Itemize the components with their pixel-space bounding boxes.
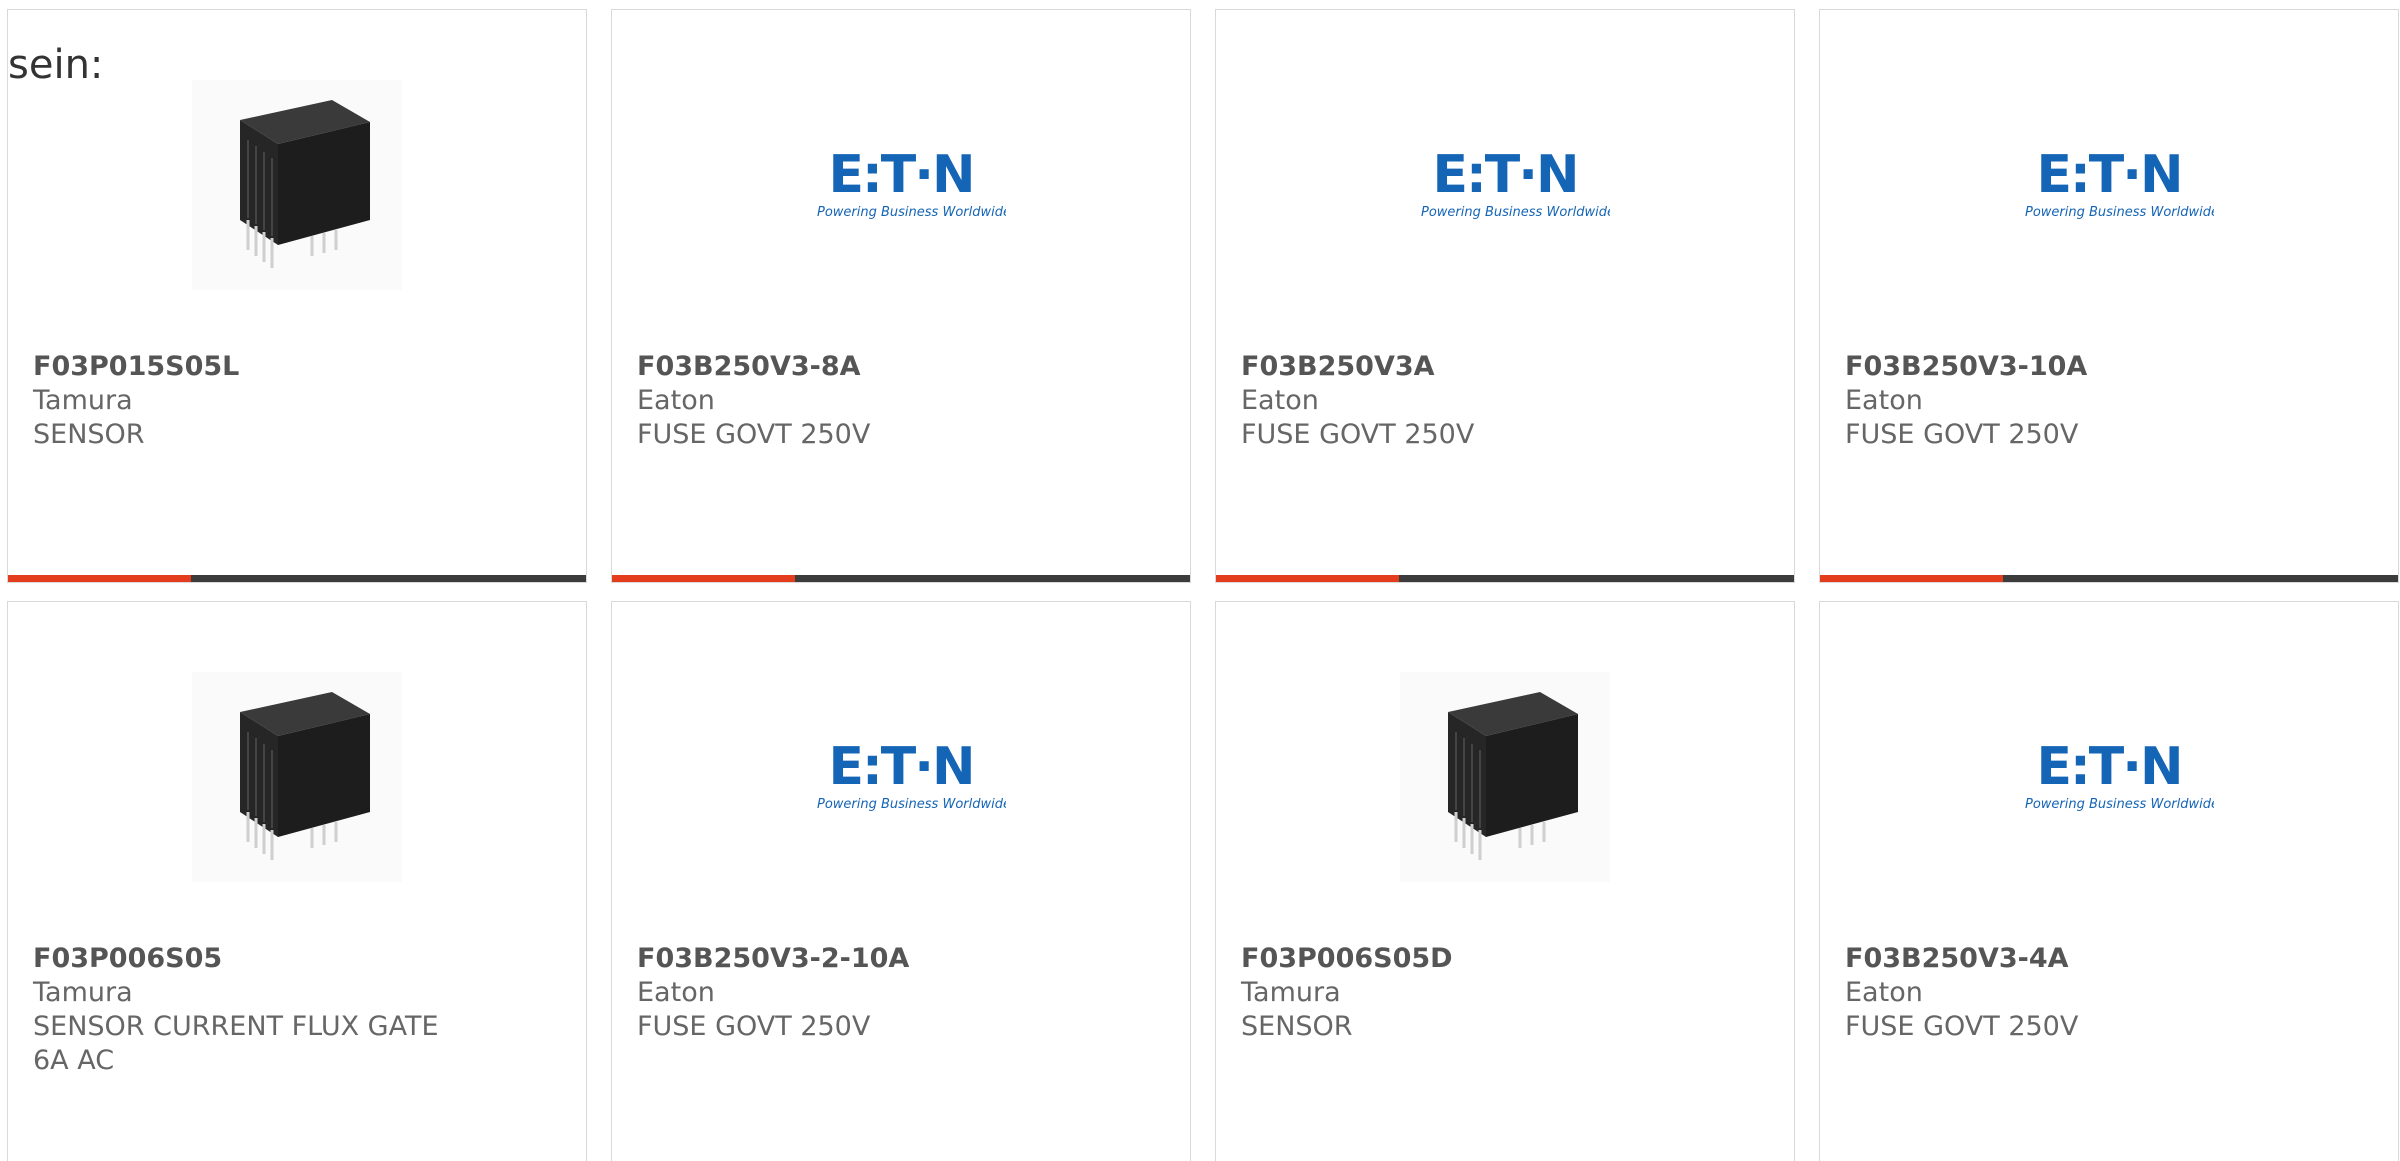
eaton-tagline: Powering Business Worldwide — [1421, 205, 1610, 220]
description: FUSE GOVT 250V — [637, 1011, 871, 1042]
svg-text:E:T·N: E:T·N — [1432, 145, 1577, 205]
product-info: F03P015S05L Tamura SENSOR — [33, 350, 503, 452]
accent-bar — [1820, 575, 2003, 582]
sensor-component-image — [1400, 672, 1610, 882]
manufacturer: Tamura — [1241, 977, 1341, 1008]
description: FUSE GOVT 250V — [637, 419, 871, 450]
eaton-logo: E:T·N Powering Business Worldwide — [1421, 145, 1610, 220]
svg-text:E:T·N: E:T·N — [828, 145, 973, 205]
product-info: F03B250V3-10A Eaton FUSE GOVT 250V — [1845, 350, 2315, 452]
description: FUSE GOVT 250V — [1845, 1011, 2079, 1042]
eaton-logo: E:T·N Powering Business Worldwide — [2025, 145, 2214, 220]
svg-text:E:T·N: E:T·N — [828, 737, 973, 797]
part-number[interactable]: F03P006S05 — [33, 942, 503, 976]
eaton-tagline: Powering Business Worldwide — [817, 205, 1006, 220]
card-footer-bar — [8, 575, 586, 582]
manufacturer: Tamura — [33, 385, 133, 416]
product-info: F03B250V3-2-10A Eaton FUSE GOVT 250V — [637, 942, 1107, 1044]
part-number[interactable]: F03B250V3-10A — [1845, 350, 2315, 384]
card-footer-bar — [612, 575, 1190, 582]
product-image[interactable]: E:T·N Powering Business Worldwide — [612, 70, 1190, 300]
accent-bar — [8, 575, 191, 582]
product-card[interactable]: F03P006S05 Tamura SENSOR CURRENT FLUX GA… — [7, 601, 587, 1161]
product-grid: F03P015S05L Tamura SENSOR E:T·N Powering… — [7, 9, 2399, 1161]
description: FUSE GOVT 250V — [1845, 419, 2079, 450]
svg-text:E:T·N: E:T·N — [2036, 145, 2181, 205]
description: SENSOR — [1241, 1011, 1353, 1042]
product-card[interactable]: E:T·N Powering Business Worldwide F03B25… — [611, 601, 1191, 1161]
product-image[interactable] — [1216, 662, 1794, 892]
product-card[interactable]: F03P015S05L Tamura SENSOR — [7, 9, 587, 583]
product-image[interactable] — [8, 70, 586, 300]
product-card[interactable]: E:T·N Powering Business Worldwide F03B25… — [1215, 9, 1795, 583]
product-card[interactable]: E:T·N Powering Business Worldwide F03B25… — [611, 9, 1191, 583]
manufacturer: Eaton — [637, 977, 715, 1008]
product-card[interactable]: F03P006S05D Tamura SENSOR — [1215, 601, 1795, 1161]
manufacturer: Eaton — [1845, 385, 1923, 416]
product-card[interactable]: E:T·N Powering Business Worldwide F03B25… — [1819, 601, 2399, 1161]
part-number[interactable]: F03B250V3-8A — [637, 350, 1107, 384]
description: SENSOR CURRENT FLUX GATE 6A AC — [33, 1011, 439, 1076]
product-image[interactable] — [8, 662, 586, 892]
manufacturer: Eaton — [1241, 385, 1319, 416]
accent-bar — [612, 575, 795, 582]
accent-bar — [1216, 575, 1399, 582]
eaton-tagline: Powering Business Worldwide — [2025, 797, 2214, 812]
description: FUSE GOVT 250V — [1241, 419, 1475, 450]
eaton-logo: E:T·N Powering Business Worldwide — [2025, 737, 2214, 812]
part-number[interactable]: F03B250V3-4A — [1845, 942, 2315, 976]
card-footer-bar — [1820, 575, 2398, 582]
eaton-tagline: Powering Business Worldwide — [817, 797, 1006, 812]
part-number[interactable]: F03B250V3A — [1241, 350, 1711, 384]
product-info: F03B250V3-8A Eaton FUSE GOVT 250V — [637, 350, 1107, 452]
product-info: F03P006S05 Tamura SENSOR CURRENT FLUX GA… — [33, 942, 503, 1078]
eaton-logo: E:T·N Powering Business Worldwide — [817, 737, 1006, 812]
product-info: F03B250V3A Eaton FUSE GOVT 250V — [1241, 350, 1711, 452]
product-info: F03B250V3-4A Eaton FUSE GOVT 250V — [1845, 942, 2315, 1044]
part-number[interactable]: F03P015S05L — [33, 350, 503, 384]
eaton-logo: E:T·N Powering Business Worldwide — [817, 145, 1006, 220]
eaton-tagline: Powering Business Worldwide — [2025, 205, 2214, 220]
svg-text:E:T·N: E:T·N — [2036, 737, 2181, 797]
manufacturer: Tamura — [33, 977, 133, 1008]
description: SENSOR — [33, 419, 145, 450]
product-image[interactable]: E:T·N Powering Business Worldwide — [1216, 70, 1794, 300]
sensor-component-image — [192, 672, 402, 882]
product-image[interactable]: E:T·N Powering Business Worldwide — [1820, 70, 2398, 300]
product-image[interactable]: E:T·N Powering Business Worldwide — [1820, 662, 2398, 892]
product-image[interactable]: E:T·N Powering Business Worldwide — [612, 662, 1190, 892]
intro-text: sein: — [8, 42, 104, 88]
part-number[interactable]: F03P006S05D — [1241, 942, 1711, 976]
product-card[interactable]: E:T·N Powering Business Worldwide F03B25… — [1819, 9, 2399, 583]
manufacturer: Eaton — [637, 385, 715, 416]
manufacturer: Eaton — [1845, 977, 1923, 1008]
product-info: F03P006S05D Tamura SENSOR — [1241, 942, 1711, 1044]
card-footer-bar — [1216, 575, 1794, 582]
part-number[interactable]: F03B250V3-2-10A — [637, 942, 1107, 976]
sensor-component-image — [192, 80, 402, 290]
product-listing-page: sein: F03P015S05L Tamura SENSOR E:T·N Po… — [0, 0, 2400, 1161]
